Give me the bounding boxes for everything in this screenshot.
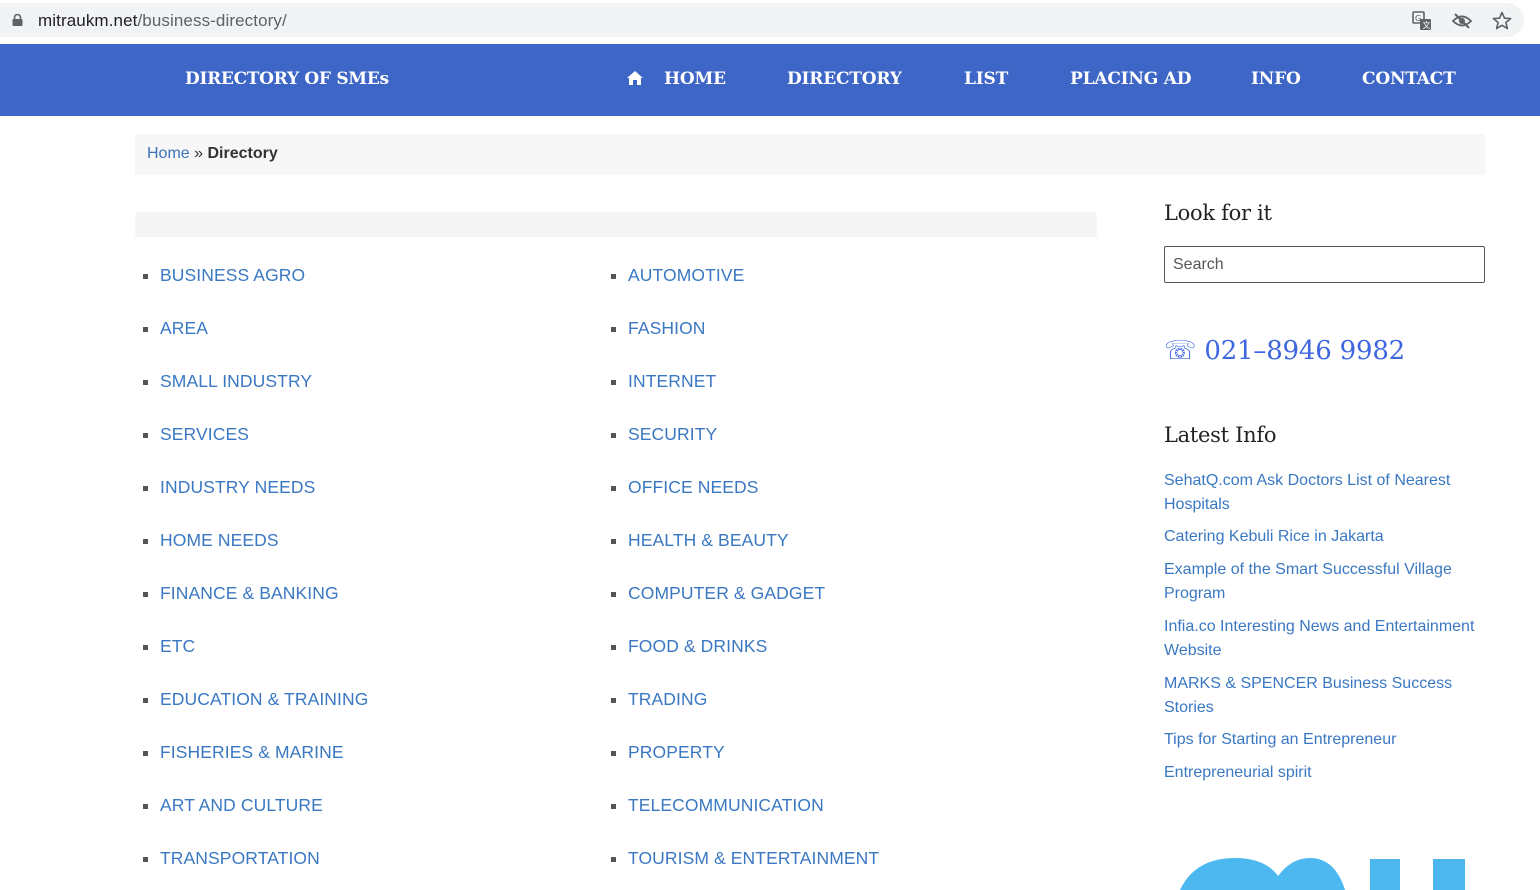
category-link[interactable]: COMPUTER & GADGET bbox=[628, 583, 825, 604]
latest-info-link[interactable]: Example of the Smart Successful Village … bbox=[1164, 558, 1494, 606]
breadcrumb-current: Directory bbox=[207, 145, 278, 162]
latest-info-link[interactable]: Tips for Starting an Entrepreneur bbox=[1164, 728, 1494, 752]
translate-icon[interactable]: G 文 bbox=[1412, 11, 1432, 31]
list-bullet bbox=[143, 433, 148, 438]
list-bullet bbox=[143, 857, 148, 862]
list-bullet bbox=[611, 857, 616, 862]
url-domain: mitraukm.net bbox=[38, 11, 138, 30]
category-link[interactable]: HEALTH & BEAUTY bbox=[628, 530, 789, 551]
list-bullet bbox=[143, 274, 148, 279]
list-bullet bbox=[143, 645, 148, 650]
category-link[interactable]: SMALL INDUSTRY bbox=[160, 371, 312, 392]
content-header-bar bbox=[135, 212, 1097, 237]
category-link[interactable]: FINANCE & BANKING bbox=[160, 583, 339, 604]
category-link[interactable]: FISHERIES & MARINE bbox=[160, 742, 344, 763]
list-bullet bbox=[611, 592, 616, 597]
category-link[interactable]: AREA bbox=[160, 318, 208, 339]
nav-directory[interactable]: DIRECTORY bbox=[787, 69, 902, 89]
svg-text:G: G bbox=[1415, 14, 1421, 23]
nav-placing-ad[interactable]: PLACING AD bbox=[1070, 69, 1192, 89]
nav-info[interactable]: INFO bbox=[1251, 69, 1301, 89]
site-title[interactable]: DIRECTORY OF SMEs bbox=[185, 69, 389, 89]
breadcrumb-separator: » bbox=[194, 145, 204, 162]
nav-home[interactable]: HOME bbox=[664, 69, 726, 89]
breadcrumb: Home » Directory bbox=[135, 134, 1485, 175]
list-bullet bbox=[143, 592, 148, 597]
category-link[interactable]: FOOD & DRINKS bbox=[628, 636, 767, 657]
category-link[interactable]: TRADING bbox=[628, 689, 707, 710]
category-link[interactable]: TELECOMMUNICATION bbox=[628, 795, 824, 816]
list-bullet bbox=[611, 698, 616, 703]
site-logo-graphic bbox=[1180, 858, 1465, 890]
phone-number[interactable]: ☏ 021–8946 9982 bbox=[1164, 336, 1405, 366]
list-bullet bbox=[611, 380, 616, 385]
latest-info-link[interactable]: Infia.co Interesting News and Entertainm… bbox=[1164, 615, 1494, 663]
category-link[interactable]: EDUCATION & TRAINING bbox=[160, 689, 368, 710]
category-link[interactable]: INDUSTRY NEEDS bbox=[160, 477, 315, 498]
list-bullet bbox=[611, 274, 616, 279]
category-link[interactable]: TOURISM & ENTERTAINMENT bbox=[628, 848, 879, 869]
eye-off-icon[interactable] bbox=[1452, 11, 1472, 31]
latest-info-link[interactable]: Entrepreneurial spirit bbox=[1164, 761, 1494, 785]
category-link[interactable]: OFFICE NEEDS bbox=[628, 477, 759, 498]
list-bullet bbox=[143, 380, 148, 385]
url-text[interactable]: mitraukm.net/business-directory/ bbox=[38, 11, 287, 31]
search-widget-title: Look for it bbox=[1164, 201, 1272, 225]
nav-list[interactable]: LIST bbox=[964, 69, 1008, 89]
list-bullet bbox=[143, 539, 148, 544]
latest-info-link[interactable]: SehatQ.com Ask Doctors List of Nearest H… bbox=[1164, 469, 1494, 517]
nav-contact[interactable]: CONTACT bbox=[1362, 69, 1456, 89]
category-link[interactable]: PROPERTY bbox=[628, 742, 725, 763]
category-link[interactable]: SECURITY bbox=[628, 424, 717, 445]
search-input[interactable] bbox=[1164, 246, 1485, 283]
category-link[interactable]: TRANSPORTATION bbox=[160, 848, 320, 869]
list-bullet bbox=[143, 751, 148, 756]
category-link[interactable]: BUSINESS AGRO bbox=[160, 265, 305, 286]
svg-text:文: 文 bbox=[1423, 20, 1431, 30]
star-icon[interactable] bbox=[1492, 11, 1512, 31]
category-link[interactable]: AUTOMOTIVE bbox=[628, 265, 744, 286]
category-link[interactable]: SERVICES bbox=[160, 424, 249, 445]
list-bullet bbox=[611, 804, 616, 809]
browser-toolbar: mitraukm.net/business-directory/ G 文 bbox=[0, 0, 1540, 42]
latest-info-link[interactable]: MARKS & SPENCER Business Success Stories bbox=[1164, 672, 1494, 720]
site-header: DIRECTORY OF SMEs HOME DIRECTORY LIST PL… bbox=[0, 44, 1540, 116]
category-link[interactable]: INTERNET bbox=[628, 371, 716, 392]
list-bullet bbox=[611, 751, 616, 756]
list-bullet bbox=[143, 486, 148, 491]
breadcrumb-home[interactable]: Home bbox=[147, 145, 190, 162]
list-bullet bbox=[611, 539, 616, 544]
list-bullet bbox=[611, 645, 616, 650]
list-bullet bbox=[143, 804, 148, 809]
category-link[interactable]: ART AND CULTURE bbox=[160, 795, 323, 816]
list-bullet bbox=[143, 698, 148, 703]
list-bullet bbox=[611, 486, 616, 491]
list-bullet bbox=[611, 327, 616, 332]
latest-info-title: Latest Info bbox=[1164, 423, 1277, 447]
list-bullet bbox=[143, 327, 148, 332]
category-link[interactable]: FASHION bbox=[628, 318, 706, 339]
lock-icon[interactable] bbox=[12, 14, 23, 26]
latest-info-link[interactable]: Catering Kebuli Rice in Jakarta bbox=[1164, 525, 1494, 549]
list-bullet bbox=[611, 433, 616, 438]
home-icon[interactable] bbox=[626, 70, 644, 86]
category-link[interactable]: HOME NEEDS bbox=[160, 530, 279, 551]
category-link[interactable]: ETC bbox=[160, 636, 195, 657]
address-bar[interactable]: mitraukm.net/business-directory/ G 文 bbox=[0, 3, 1524, 37]
url-path: /business-directory/ bbox=[137, 11, 287, 30]
